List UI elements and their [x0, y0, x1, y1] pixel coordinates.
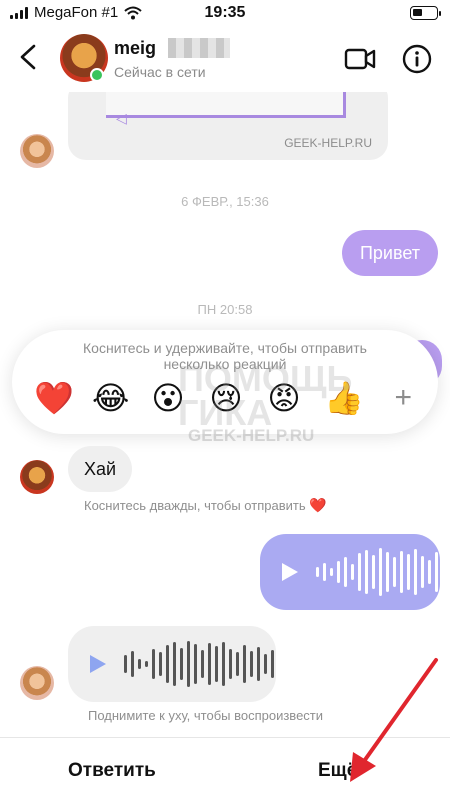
back-arrow-icon[interactable]	[14, 42, 44, 72]
timestamp: 6 ФЕВР., 15:36	[181, 194, 269, 209]
battery-icon	[410, 6, 441, 20]
shared-post-watermark: GEEK-HELP.RU	[284, 136, 372, 150]
waveform	[124, 626, 274, 702]
waveform	[316, 534, 450, 610]
heart-icon: ❤️	[309, 498, 327, 514]
listen-tip: Поднимите к уху, чтобы воспроизвести	[88, 708, 324, 723]
play-icon[interactable]	[282, 563, 298, 581]
more-button[interactable]: Ещё	[318, 760, 357, 782]
avatar[interactable]	[20, 134, 54, 168]
watermark-line-2: ГИКА	[178, 392, 273, 433]
watermark-site: GEEK-HELP.RU	[188, 426, 315, 445]
chat-thread[interactable]: ◁ GEEK-HELP.RU 6 ФЕВР., 15:36 Привет ПН …	[0, 92, 450, 737]
watermark-logo: ПОМОЩЬ ГИКА	[110, 358, 353, 433]
message-incoming[interactable]: Хай	[68, 446, 133, 492]
voice-message-incoming[interactable]	[68, 626, 276, 702]
heart-reaction-icon[interactable]: ❤️	[34, 380, 74, 416]
carrier-label: MegaFon #1	[34, 4, 119, 21]
avatar[interactable]	[20, 460, 54, 494]
info-icon[interactable]	[402, 44, 432, 74]
chat-header: meig Сейчас в сети	[0, 28, 450, 92]
video-call-icon[interactable]	[344, 46, 376, 72]
watermark-line-1: ПОМОЩЬ	[178, 358, 353, 399]
shared-post-preview	[106, 92, 346, 118]
avatar[interactable]	[20, 666, 54, 700]
shared-post[interactable]: ◁ GEEK-HELP.RU	[68, 92, 388, 160]
username-blur	[168, 38, 230, 58]
presence-status: Сейчас в сети	[114, 64, 206, 80]
double-tap-text: Коснитесь дважды, чтобы отправить	[84, 498, 306, 513]
action-bar: Ответить Ещё	[0, 737, 450, 800]
reply-button[interactable]: Ответить	[68, 760, 156, 782]
triangle-icon: ◁	[116, 110, 127, 126]
wifi-icon	[124, 6, 142, 19]
timestamp: ПН 20:58	[197, 302, 253, 317]
status-bar: MegaFon #1 19:35	[0, 0, 450, 26]
online-dot-icon	[90, 68, 104, 82]
play-icon[interactable]	[90, 655, 106, 673]
signal-icon	[10, 6, 28, 19]
message-outgoing[interactable]: Привет	[341, 230, 438, 276]
username[interactable]: meig	[114, 38, 156, 59]
voice-message-outgoing[interactable]	[260, 534, 450, 610]
add-reaction-icon[interactable]: +	[394, 383, 412, 413]
double-tap-tip: Коснитесь дважды, чтобы отправить ❤️	[84, 498, 327, 514]
